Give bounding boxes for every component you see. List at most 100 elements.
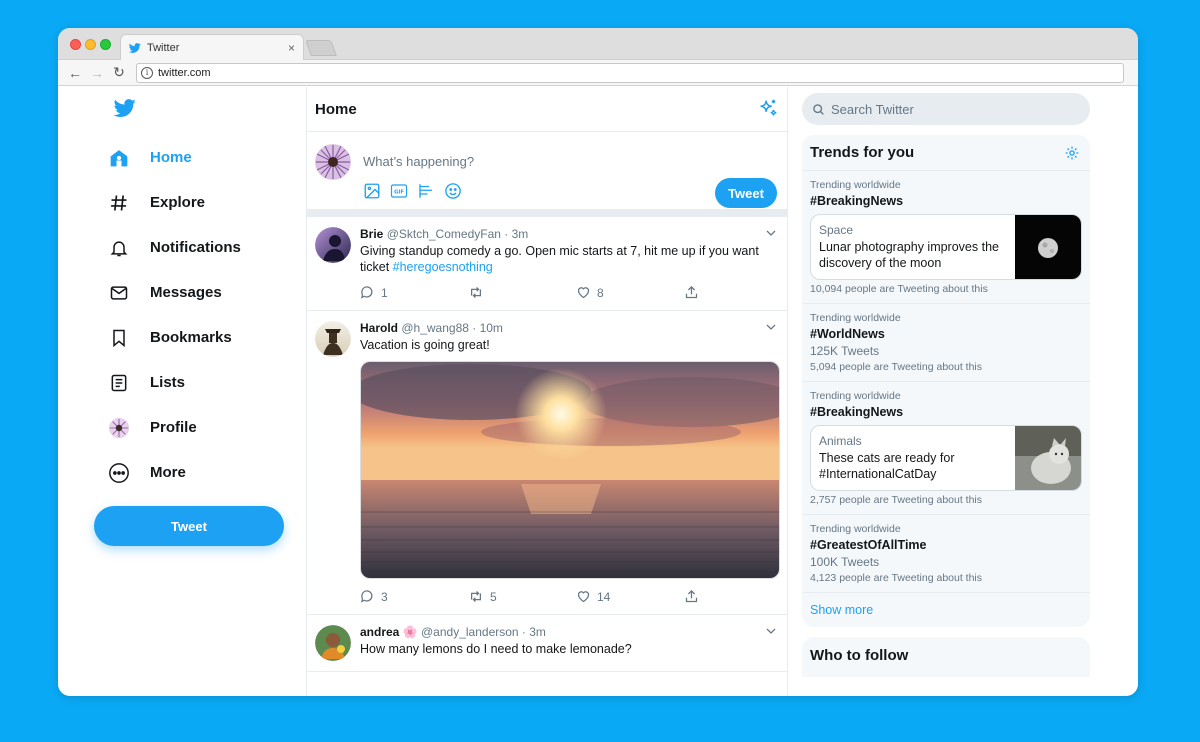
trend-tag: #WorldNews [810, 327, 885, 341]
right-column: Search Twitter Trends for you Trending w… [788, 87, 1138, 696]
more-icon [108, 462, 130, 484]
gif-icon[interactable]: GIF [390, 182, 408, 200]
chevron-down-icon[interactable] [765, 625, 777, 637]
compose-tweet-button[interactable]: Tweet [715, 178, 777, 208]
nav-bookmarks[interactable]: Bookmarks [108, 315, 241, 360]
info-icon[interactable]: i [141, 66, 153, 79]
trend-people: 2,757 people are Tweeting about this [810, 494, 983, 506]
trend-tag: #BreakingNews [810, 194, 904, 208]
nav-label: Explore [150, 194, 206, 211]
nav-home[interactable]: Home [108, 135, 241, 180]
retweet-button[interactable]: 5 [468, 589, 576, 604]
new-tab-button[interactable] [305, 40, 337, 56]
home-feed: Home What’s happening? GIF Tweet Brie @S [306, 87, 788, 696]
author-meta: @andy_landerson · 3m [421, 625, 546, 639]
tweet-photo-sunset[interactable] [360, 361, 780, 579]
trend-item[interactable]: Trending worldwide #BreakingNews Animals… [802, 382, 1090, 515]
tweet-post[interactable]: andrea 🌸 @andy_landerson · 3m How many l… [307, 615, 787, 672]
trend-context: Trending worldwide [810, 179, 901, 191]
nav-label: Bookmarks [150, 329, 232, 346]
retweet-button[interactable] [468, 285, 576, 300]
nav-lists[interactable]: Lists [108, 360, 241, 405]
back-arrow-icon[interactable]: ← [64, 63, 86, 83]
poll-icon[interactable] [417, 182, 435, 200]
share-icon [685, 285, 698, 299]
sparkle-icon[interactable] [757, 98, 779, 120]
compose-box: What’s happening? GIF Tweet [307, 132, 787, 217]
trend-item[interactable]: Trending worldwide #GreatestOfAllTime 10… [802, 515, 1090, 593]
browser-window: Twitter × ← → ↻ i twitter.com Home Explo… [58, 28, 1138, 696]
browser-tab[interactable]: Twitter × [120, 34, 304, 60]
author-name[interactable]: Brie [360, 227, 383, 241]
moon-photo [1015, 215, 1081, 279]
author-name[interactable]: andrea [360, 625, 399, 639]
share-button[interactable] [684, 589, 787, 604]
reply-button[interactable]: 1 [360, 285, 468, 300]
retweet-count: 5 [490, 589, 497, 604]
like-count: 8 [597, 285, 604, 300]
trend-item[interactable]: Trending worldwide #BreakingNews Space L… [802, 171, 1090, 304]
svg-text:GIF: GIF [394, 189, 404, 195]
twitter-logo-icon[interactable] [112, 97, 138, 119]
tweet-post[interactable]: Brie @Sktch_ComedyFan · 3m Giving standu… [307, 217, 787, 311]
tweet-text: How many lemons do I need to make lemona… [360, 642, 632, 656]
avatar[interactable] [315, 321, 351, 357]
chevron-down-icon[interactable] [765, 321, 777, 333]
reply-icon [360, 286, 373, 299]
author-name[interactable]: Harold [360, 321, 398, 335]
news-card[interactable]: Space Lunar photography improves the dis… [810, 214, 1082, 280]
hashtag-icon [108, 192, 130, 214]
author-meta: @h_wang88 · 10m [401, 321, 503, 335]
share-button[interactable] [684, 285, 787, 300]
nav-label: Notifications [150, 239, 241, 256]
retweet-icon [471, 591, 481, 602]
nav-explore[interactable]: Explore [108, 180, 241, 225]
nav-notifications[interactable]: Notifications [108, 225, 241, 270]
compose-input[interactable]: What’s happening? [363, 154, 474, 169]
reply-count: 1 [381, 285, 388, 300]
tweet-text: Vacation is going great! [360, 338, 490, 352]
hashtag-link[interactable]: #heregoesnothing [393, 260, 493, 274]
forward-arrow-icon[interactable]: → [86, 63, 108, 83]
reply-button[interactable]: 3 [360, 589, 468, 604]
tweet-post[interactable]: Harold @h_wang88 · 10m Vacation is going… [307, 311, 787, 615]
emoji-icon[interactable] [444, 182, 462, 200]
like-button[interactable]: 8 [576, 285, 684, 300]
who-to-follow-title: Who to follow [802, 637, 1090, 677]
trend-context: Trending worldwide [810, 390, 901, 402]
tweet-button[interactable]: Tweet [94, 506, 284, 546]
minimize-window-button[interactable] [85, 39, 96, 50]
address-bar[interactable]: i twitter.com [136, 62, 1124, 83]
close-tab-icon[interactable]: × [288, 41, 295, 55]
chevron-down-icon[interactable] [765, 227, 777, 239]
maximize-window-button[interactable] [100, 39, 111, 50]
trend-people: 10,094 people are Tweeting about this [810, 283, 988, 295]
reload-icon[interactable]: ↻ [108, 63, 130, 83]
trend-context: Trending worldwide [810, 523, 901, 535]
nav-label: Profile [150, 419, 197, 436]
close-window-button[interactable] [70, 39, 81, 50]
avatar[interactable] [315, 625, 351, 661]
retweet-icon [471, 287, 481, 298]
search-input[interactable]: Search Twitter [802, 93, 1090, 125]
trend-item[interactable]: Trending worldwide #WorldNews 125K Tweet… [802, 304, 1090, 382]
nav-messages[interactable]: Messages [108, 270, 241, 315]
nav-label: Lists [150, 374, 186, 391]
reply-count: 3 [381, 589, 388, 604]
tweet-actions: 1 8 [360, 285, 787, 300]
like-count: 14 [597, 589, 611, 604]
avatar[interactable] [315, 227, 351, 263]
envelope-icon [108, 282, 130, 304]
list-icon [108, 372, 130, 394]
nav-more[interactable]: More [108, 450, 241, 495]
gear-icon[interactable] [1064, 145, 1080, 161]
show-more-link[interactable]: Show more [802, 593, 1090, 627]
like-button[interactable]: 14 [576, 589, 684, 604]
news-headline: These cats are ready for #InternationalC… [819, 451, 955, 481]
image-icon[interactable] [363, 182, 381, 200]
nav-profile[interactable]: Profile [108, 405, 241, 450]
bell-icon [108, 237, 130, 259]
trend-tag: #GreatestOfAllTime [810, 538, 927, 552]
avatar[interactable] [315, 144, 351, 180]
news-card[interactable]: Animals These cats are ready for #Intern… [810, 425, 1082, 491]
